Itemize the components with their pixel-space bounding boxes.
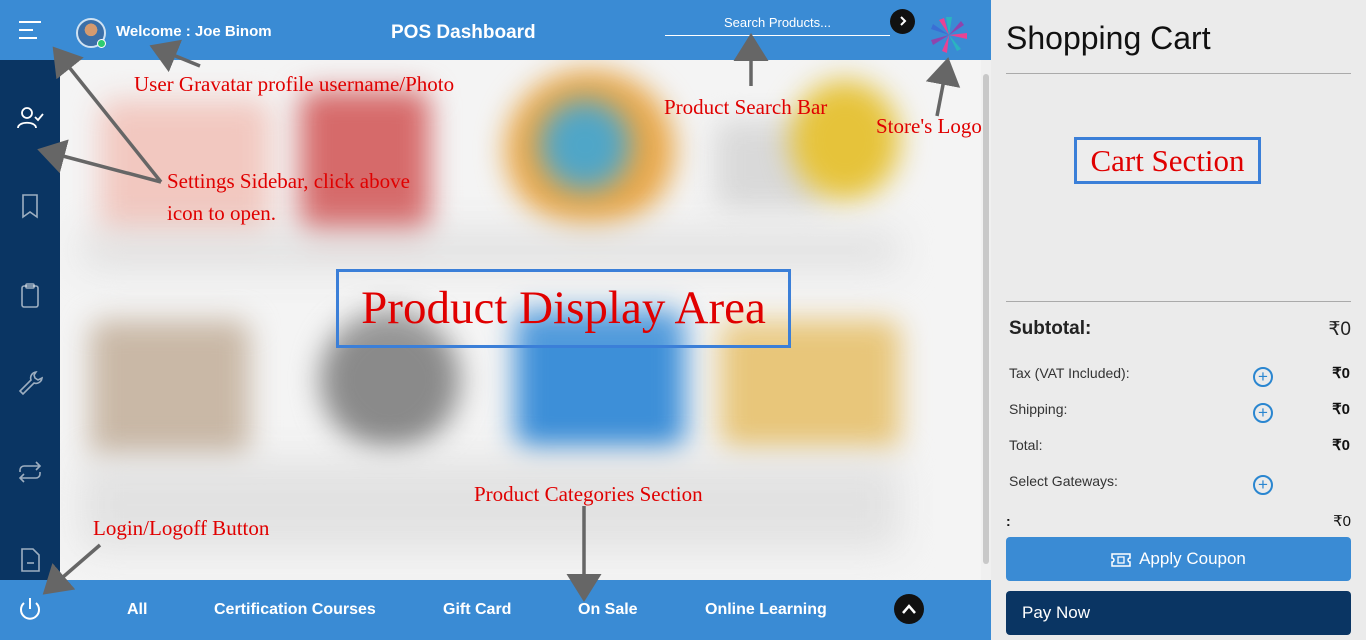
ticket-icon [1111, 552, 1131, 567]
annotation-settings-line1: Settings Sidebar, click above [167, 169, 410, 193]
subtotal-value: ₹0 [1328, 319, 1351, 340]
select-gateway-button[interactable]: + [1253, 475, 1273, 495]
chevron-up-icon [902, 604, 916, 614]
avatar[interactable] [76, 18, 106, 48]
tax-value: ₹0 [1332, 365, 1350, 382]
clipboard-icon[interactable] [16, 281, 44, 309]
scrollbar-thumb[interactable] [983, 74, 989, 564]
settings-sidebar [0, 60, 60, 580]
annotation-display-area: Product Display Area [336, 269, 791, 348]
search-submit-button[interactable] [890, 9, 915, 34]
gateway-row-label: : [1006, 513, 1011, 529]
chevron-right-icon [899, 16, 906, 26]
category-all[interactable]: All [127, 601, 147, 619]
page-title: POS Dashboard [391, 22, 536, 43]
annotation-categories: Product Categories Section [474, 482, 703, 506]
divider [1006, 73, 1351, 74]
shopping-cart-panel: Shopping Cart Subtotal: ₹0 Tax (VAT Incl… [991, 0, 1366, 640]
category-online-learning[interactable]: Online Learning [705, 601, 827, 619]
welcome-text: Welcome : Joe Binom [116, 23, 272, 40]
store-logo [931, 17, 967, 53]
apply-coupon-button[interactable]: Apply Coupon [1006, 537, 1351, 581]
repeat-icon[interactable] [16, 458, 44, 486]
cart-title: Shopping Cart [1006, 20, 1211, 56]
apply-coupon-label: Apply Coupon [1139, 549, 1246, 568]
shipping-value: ₹0 [1332, 401, 1350, 418]
gateway-row-value: ₹0 [1333, 513, 1351, 530]
category-gift-card[interactable]: Gift Card [443, 601, 511, 619]
annotation-settings-line2: icon to open. [167, 201, 277, 225]
file-minus-icon[interactable] [16, 546, 44, 574]
gateways-label: Select Gateways: [1009, 473, 1118, 489]
user-check-icon[interactable] [16, 104, 44, 132]
add-shipping-button[interactable]: + [1253, 403, 1273, 423]
annotation-store-logo: Store's Logo [876, 114, 982, 138]
pay-now-button[interactable]: Pay Now [1006, 591, 1351, 635]
shipping-label: Shipping: [1009, 401, 1068, 417]
logoff-button[interactable] [0, 580, 60, 640]
online-status-dot [97, 39, 106, 48]
tax-label: Tax (VAT Included): [1009, 365, 1130, 381]
annotation-gravatar: User Gravatar profile username/Photo [134, 72, 455, 96]
category-certification-courses[interactable]: Certification Courses [214, 601, 376, 619]
power-icon [20, 598, 40, 620]
add-tax-button[interactable]: + [1253, 367, 1273, 387]
search-input[interactable] [665, 9, 890, 36]
menu-icon[interactable] [19, 21, 41, 39]
category-on-sale[interactable]: On Sale [578, 601, 638, 619]
wrench-icon[interactable] [16, 369, 44, 397]
categories-bar: All Certification Courses Gift Card On S… [60, 580, 991, 640]
total-label: Total: [1009, 437, 1043, 453]
annotation-search-bar: Product Search Bar [664, 95, 828, 119]
annotation-cart-section: Cart Section [1074, 137, 1261, 184]
total-value: ₹0 [1332, 437, 1350, 454]
bookmark-icon[interactable] [16, 192, 44, 220]
divider [1006, 301, 1351, 302]
top-bar: Welcome : Joe Binom POS Dashboard [0, 0, 991, 60]
annotation-login: Login/Logoff Button [93, 516, 270, 540]
subtotal-label: Subtotal: [1009, 318, 1092, 339]
categories-expand-button[interactable] [894, 594, 924, 624]
